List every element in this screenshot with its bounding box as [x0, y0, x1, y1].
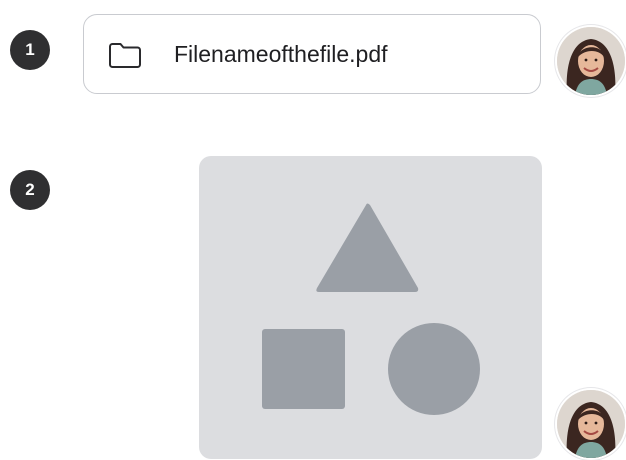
step-number: 2	[25, 180, 35, 199]
avatar[interactable]	[557, 390, 625, 458]
chat-canvas: 1 Filenameofthefile.pdf 2	[0, 0, 626, 460]
file-name: Filenameofthefile.pdf	[174, 41, 388, 67]
step-number: 1	[25, 40, 35, 59]
avatar[interactable]	[557, 27, 625, 95]
circle-shape	[388, 323, 480, 415]
step-badge-1: 1	[10, 30, 50, 70]
file-attachment-message[interactable]: Filenameofthefile.pdf	[83, 14, 541, 94]
step-badge-2: 2	[10, 170, 50, 210]
avatar-portrait	[557, 27, 625, 95]
image-placeholder-icon	[262, 203, 480, 415]
avatar-portrait	[557, 390, 625, 458]
triangle-shape	[316, 203, 419, 292]
folder-icon	[109, 43, 141, 68]
square-shape	[262, 329, 345, 409]
image-attachment-message[interactable]	[199, 156, 542, 459]
